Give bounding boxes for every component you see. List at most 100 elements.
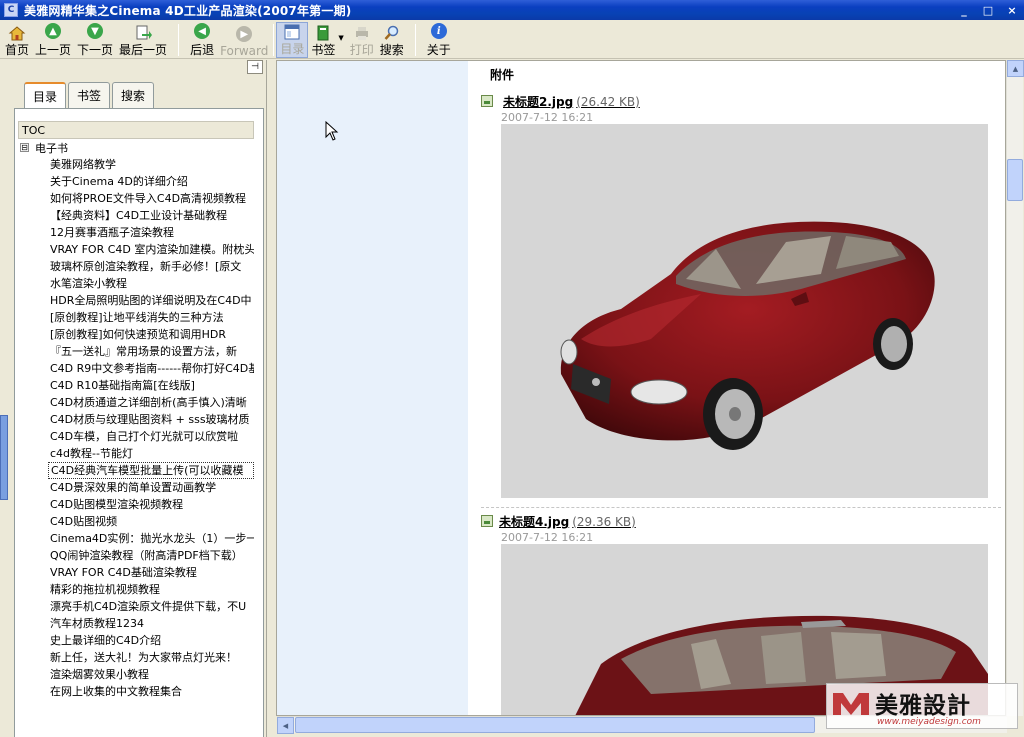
forward-arrow-icon: ▶ [236,26,253,42]
toolbar-separator [178,24,180,56]
page-arrow-icon [136,25,153,40]
toc-item[interactable]: 在网上收集的中文教程集合 [48,683,254,700]
toc-item[interactable]: C4D R10基础指南篇[在线版] [48,377,254,394]
about-button[interactable]: i 关于 [424,22,454,58]
tab-bookmarks[interactable]: 书签 [68,82,111,108]
minimize-button[interactable]: _ [954,2,974,18]
toc-tree: TOC ⊟ 电子书 美雅网络教学 关于Cinema 4D的详细介绍 如何将PROE文… [14,108,264,737]
toc-item[interactable]: 美雅网络教学 [48,156,254,173]
meiya-logo-icon [833,692,869,715]
toc-item[interactable]: Cinema4D实例：抛光水龙头（1）一步一 [48,530,254,547]
magnifier-icon [384,25,399,40]
up-arrow-icon: ▲ [45,23,62,39]
contents-button[interactable]: 目录 [276,22,309,58]
scroll-thumb[interactable] [295,717,815,733]
file-size: (26.42 KB) [576,95,640,109]
home-button[interactable]: 首页 [2,22,32,58]
print-button[interactable]: 打印 [347,22,377,58]
toc-item[interactable]: 汽车材质教程1234 [48,615,254,632]
toc-item[interactable]: 精彩的拖拉机视频教程 [48,581,254,598]
attachment-link[interactable]: 未标题2.jpg (26.42 KB) [503,93,640,110]
file-date: 2007-7-12 16:21 [501,531,594,544]
toc-header[interactable]: TOC [18,121,254,139]
toc-item-list: 美雅网络教学 关于Cinema 4D的详细介绍 如何将PROE文件导入C4D高清视频… [48,156,263,700]
previous-page-button[interactable]: ▲ 上一页 [32,22,74,58]
toc-item[interactable]: C4D贴图模型渲染视频教程 [48,496,254,513]
toc-item[interactable]: 如何将PROE文件导入C4D高清视频教程 [48,190,254,207]
info-icon: i [430,23,447,39]
watermark-logo: 美雅設計 www.meiyadesign.com [826,683,1018,729]
scroll-left-icon[interactable]: ◀ [277,717,294,734]
toc-item[interactable]: 【经典资料】C4D工业设计基础教程 [48,207,254,224]
toc-item[interactable]: [原创教程]如何快速预览和调用HDR [48,326,254,343]
toc-item[interactable]: VRAY FOR C4D基础渲染教程 [48,564,254,581]
toc-item[interactable]: QQ闹钟渲染教程（附高清PDF档下载） [48,547,254,564]
toc-item[interactable]: c4d教程--节能灯 [48,445,254,462]
toolbar-separator [273,24,275,56]
image-file-icon [481,95,493,107]
attachments-heading: 附件 [490,68,515,82]
tree-root-node[interactable]: ⊟ 电子书 [15,139,263,156]
car-render-image [501,124,988,498]
collapse-icon[interactable]: ⊟ [20,143,29,152]
toc-item[interactable]: C4D材质与纹理贴图资料 + sss玻璃材质 [48,411,254,428]
maximize-button[interactable]: □ [978,2,998,18]
search-button[interactable]: 搜索 [377,22,407,58]
toc-item[interactable]: [原创教程]让地平线消失的三种方法 [48,309,254,326]
content-pane: 附件 未标题2.jpg (26.42 KB) 2007-7-12 16:21 未… [276,60,1006,716]
title-bar: C 美雅网精华集之Cinema 4D工业产品渲染(2007年第一期) _ □ × [0,0,1024,20]
tab-search[interactable]: 搜索 [112,82,155,108]
document-page: 附件 未标题2.jpg (26.42 KB) 2007-7-12 16:21 未… [468,61,1005,715]
watermark-url: www.meiyadesign.com [877,716,981,727]
toc-item[interactable]: C4D车模，自己打个灯光就可以欣赏啦 [48,428,254,445]
pin-icon[interactable]: ⊣ [247,60,263,74]
toc-item[interactable]: 渲染烟雾效果小教程 [48,666,254,683]
bookmarks-button[interactable]: 书签 [308,22,338,58]
toc-item[interactable]: C4D贴图视频 [48,513,254,530]
book-icon [317,25,329,41]
scroll-thumb[interactable] [1007,159,1023,201]
toc-item[interactable]: 关于Cinema 4D的详细介绍 [48,173,254,190]
tree-root-label: 电子书 [35,141,68,155]
toc-item[interactable]: 漂亮手机C4D渲染原文件提供下载，不U [48,598,254,615]
toc-item[interactable]: 『五一送礼』常用场景的设置方法，新 [48,343,254,360]
toc-item[interactable]: VRAY FOR C4D 室内渲染加建模。附枕头 [48,241,254,258]
forward-button[interactable]: ▶ Forward [217,22,271,58]
printer-icon [355,27,368,40]
next-page-button[interactable]: ▼ 下一页 [74,22,116,58]
toc-item[interactable]: 史上最详细的C4D介绍 [48,632,254,649]
attachment-link[interactable]: 未标题4.jpg (29.36 KB) [499,513,636,530]
collapse-pane-handle[interactable] [0,415,8,500]
toolbar: 首页 ▲ 上一页 ▼ 下一页 最后一页 ◀ 后退 ▶ Forward 目录 书签… [0,21,1024,59]
app-icon: C [4,3,18,17]
back-button[interactable]: ◀ 后退 [187,22,217,58]
sedan-render [560,221,935,450]
vertical-scrollbar[interactable]: ▲ [1006,60,1024,716]
scroll-up-icon[interactable]: ▲ [1007,60,1024,77]
toc-item[interactable]: 新上任，送大礼！为大家带点灯光来！ [48,649,254,666]
file-date: 2007-7-12 16:21 [501,111,594,124]
toc-item[interactable]: C4D景深效果的简单设置动画教学 [48,479,254,496]
window-controls: _ □ × [954,2,1022,18]
close-button[interactable]: × [1002,2,1022,18]
nav-tabs: 目录 书签 搜索 [24,82,156,108]
mouse-cursor-icon [325,121,339,141]
toc-item[interactable]: C4D材质通道之详细剖析(高手慎入)清晰 [48,394,254,411]
toc-item[interactable]: 玻璃杯原创渲染教程，新手必修！[原文 [48,258,254,275]
toc-item[interactable]: C4D经典汽车模型批量上传(可以收藏模 [48,462,254,479]
toc-item[interactable]: 12月赛事酒瓶子渲染教程 [48,224,254,241]
house-icon [8,26,26,41]
window-icon [284,24,300,40]
back-arrow-icon: ◀ [194,23,211,39]
tab-contents[interactable]: 目录 [24,82,67,108]
bookmarks-dropdown-arrow-icon[interactable]: ▼ [338,34,343,42]
file-size: (29.36 KB) [572,515,636,529]
toolbar-separator [414,24,416,56]
toc-item[interactable]: 水笔渲染小教程 [48,275,254,292]
last-page-button[interactable]: 最后一页 [116,22,170,58]
toc-item[interactable]: C4D R9中文参考指南------帮你打好C4D基 [48,360,254,377]
separator [481,507,1001,508]
down-arrow-icon: ▼ [87,23,104,39]
navigation-pane: ⊣ 目录 书签 搜索 TOC ⊟ 电子书 美雅网络教学 关于Cinema 4D的详… [0,60,267,737]
toc-item[interactable]: HDR全局照明贴图的详细说明及在C4D中 [48,292,254,309]
